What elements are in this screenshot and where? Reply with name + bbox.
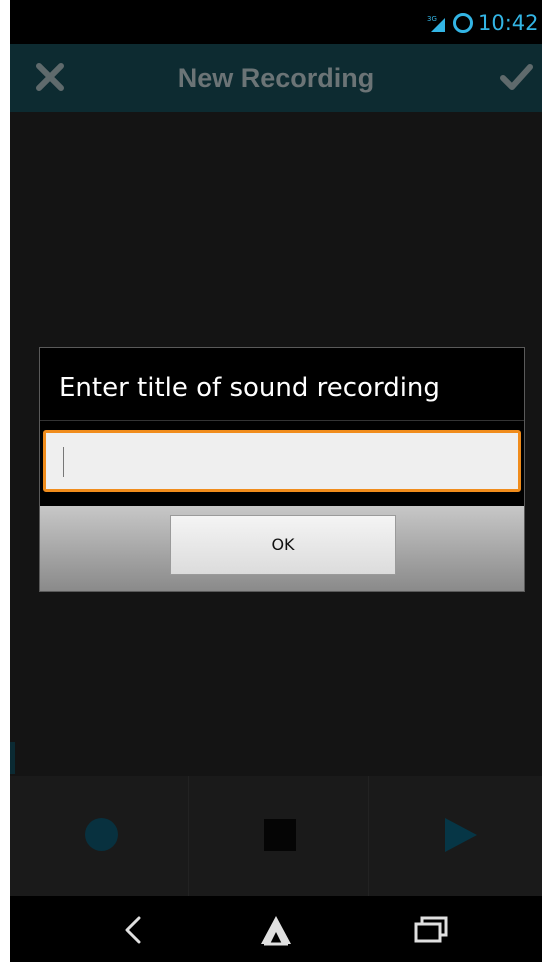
recent-apps-icon[interactable] (411, 912, 451, 948)
stop-icon (264, 819, 296, 851)
status-time: 10:42 (478, 11, 539, 35)
dialog-title: Enter title of sound recording (59, 373, 440, 403)
action-bar: New Recording (10, 44, 542, 112)
status-bar: 3G 10:42 (10, 0, 542, 44)
signal-3g-icon: 3G (427, 15, 445, 32)
back-icon[interactable] (114, 912, 154, 948)
play-icon (445, 818, 477, 852)
record-button[interactable] (10, 776, 188, 896)
dialog-divider (40, 420, 524, 421)
screen: 3G 10:42 New Recording Enter title of so… (10, 0, 542, 962)
page-title: New Recording (177, 63, 375, 93)
check-icon[interactable] (498, 59, 534, 95)
play-button[interactable] (369, 776, 542, 896)
recording-controls (10, 776, 542, 896)
stop-button[interactable] (189, 776, 367, 896)
sync-ring-icon (453, 13, 473, 33)
recording-title-input[interactable] (46, 433, 518, 489)
timeline-marker (10, 742, 15, 774)
record-icon (85, 818, 118, 851)
recording-title-input-frame (43, 430, 521, 492)
ok-button[interactable]: OK (170, 515, 396, 575)
svg-text:3G: 3G (427, 15, 437, 23)
text-cursor (63, 447, 64, 477)
dialog-button-bar: OK (40, 506, 524, 591)
home-icon[interactable] (256, 912, 296, 948)
navigation-bar (10, 896, 542, 962)
title-dialog: Enter title of sound recording OK (39, 347, 525, 592)
